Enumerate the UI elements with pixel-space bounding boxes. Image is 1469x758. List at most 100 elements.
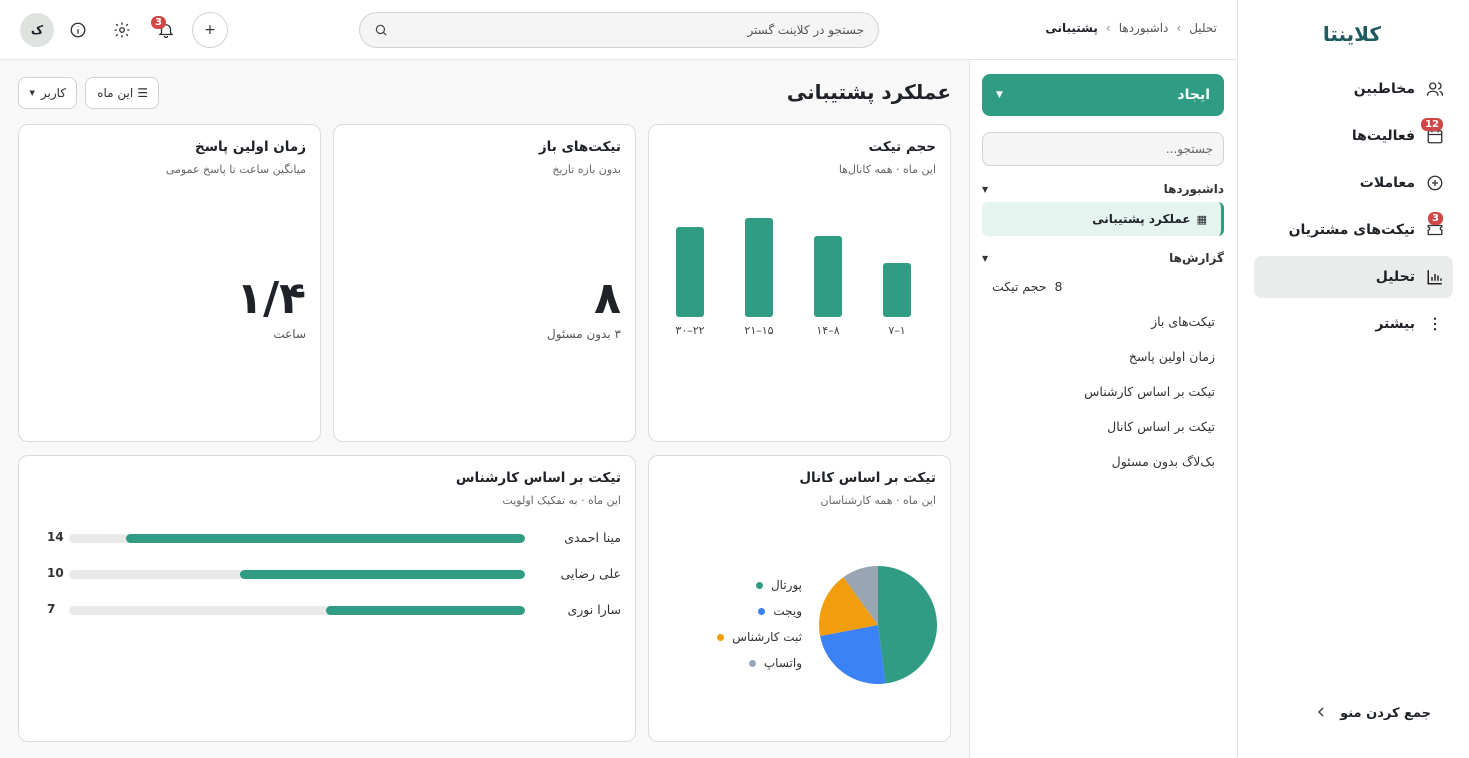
app-sidebar: کلاینتا مخاطبین 12 فعالیت‌ها معاملات 3 ت… (1237, 0, 1469, 758)
legend-dot (758, 607, 766, 615)
report-item[interactable]: تیکت بر اساس کانال (1107, 419, 1215, 434)
report-label: حجم تیکت (992, 279, 1047, 294)
create-button[interactable]: ایجاد ▼ (982, 74, 1224, 116)
breadcrumb-dashboards[interactable]: داشبوردها (1119, 21, 1169, 35)
bar[interactable] (814, 236, 842, 317)
report-item[interactable]: تیکت‌های باز (1151, 314, 1215, 329)
brand-logo[interactable]: کلاینتا (1323, 22, 1381, 46)
agent-name: علی رضایی (560, 566, 621, 581)
ticket-icon: 3 (1425, 212, 1445, 240)
tickets-badge: 3 (1428, 212, 1443, 225)
nav-item-tickets[interactable]: 3 تیکت‌های مشتریان (1254, 209, 1453, 251)
card-title: زمان اولین پاسخ (194, 139, 306, 155)
period-filter-button[interactable]: ☰ این ماه (85, 77, 159, 109)
report-item[interactable]: 8 حجم تیکت (992, 279, 1062, 294)
report-item[interactable]: زمان اولین پاسخ (1129, 349, 1215, 364)
more-vertical-icon (1425, 314, 1445, 334)
agent-bar-track (69, 534, 525, 543)
agent-bar-track (69, 606, 525, 615)
card-title: تیکت بر اساس کانال (799, 470, 936, 486)
avatar[interactable]: ک (20, 13, 54, 47)
nav-item-deals[interactable]: معاملات (1254, 162, 1453, 204)
bar[interactable] (676, 227, 704, 317)
card-subtitle: بدون بازه تاریخ (552, 163, 621, 176)
notifications-badge: 3 (151, 16, 166, 29)
user-filter-dropdown[interactable]: کاربر ▼ (18, 77, 77, 109)
create-label: ایجاد (1177, 87, 1210, 103)
dashboard-item-support[interactable]: ▦ عملکرد پشتیبانی (982, 202, 1224, 236)
open-tickets-value: ۸ (594, 273, 621, 324)
legend-item: واتساپ (748, 656, 802, 670)
legend-label: ثبت کارشناس (732, 630, 802, 644)
card-title: تیکت‌های باز (538, 139, 621, 155)
collapse-menu-button[interactable]: جمع کردن منو (1316, 706, 1431, 721)
search-icon (374, 23, 388, 37)
reports-group-toggle[interactable]: گزارش‌ها ▼ (982, 251, 1224, 265)
x-tick-label: ۲۲–۳۰ (675, 324, 704, 337)
legend-dot (748, 659, 756, 667)
card-title: حجم تیکت (868, 139, 936, 155)
avatar-letter: ک (30, 23, 44, 37)
legend-label: پورتال (770, 578, 802, 592)
channel-card: تیکت بر اساس کانال این ماه · همه کارشناس… (648, 455, 951, 742)
plus-circle-icon (1425, 173, 1445, 193)
agent-bar[interactable] (126, 534, 525, 543)
channel-pie-chart (819, 566, 937, 684)
pie-slice[interactable] (878, 566, 937, 684)
agent-value: 7 (47, 602, 56, 616)
nav-item-contacts[interactable]: مخاطبین (1254, 68, 1453, 110)
nav-item-analytics[interactable]: تحلیل (1254, 256, 1453, 298)
global-search-input[interactable]: جستجو در کلاینت گستر (359, 12, 879, 48)
agent-bar[interactable] (240, 570, 525, 579)
breadcrumb-separator: › (1176, 21, 1182, 35)
top-bar: تحلیل › داشبوردها › پشتیبانی جستجو در کل… (0, 0, 1237, 60)
report-item[interactable]: تیکت بر اساس کارشناس (1084, 384, 1215, 399)
panel-search-input[interactable]: جستجو... (982, 132, 1224, 166)
ticket-volume-card: حجم تیکت این ماه · همه کانال‌ها ۱–۷ ۸–۱۴ ۱… (648, 124, 951, 442)
help-button[interactable] (60, 12, 96, 48)
nav-item-label: بیشتر (1375, 316, 1415, 332)
bar[interactable] (745, 218, 773, 317)
bar[interactable] (883, 263, 911, 317)
x-tick-label: ۱–۷ (888, 324, 905, 337)
card-subtitle: این ماه · به تفکیک اولویت (502, 494, 621, 507)
dashboards-group-toggle[interactable]: داشبوردها ▼ (982, 182, 1224, 196)
nav-item-label: تیکت‌های مشتریان (1288, 222, 1415, 238)
caret-down-icon: ▼ (996, 90, 1003, 100)
nav-item-label: مخاطبین (1353, 81, 1415, 97)
nav-item-label: معاملات (1359, 175, 1415, 191)
search-placeholder: جستجو در کلاینت گستر (747, 23, 864, 37)
nav-item-activities[interactable]: 12 فعالیت‌ها (1254, 115, 1453, 157)
grid-icon: ▦ (1196, 212, 1207, 226)
info-icon (69, 21, 87, 39)
collapse-label: جمع کردن منو (1340, 706, 1431, 721)
dashboards-heading: داشبوردها (1163, 182, 1224, 196)
notifications-button[interactable]: 3 (148, 12, 184, 48)
agent-bar-track (69, 570, 525, 579)
page-title: عملکرد پشتیبانی (786, 80, 951, 104)
card-title: تیکت بر اساس کارشناس (455, 470, 621, 486)
report-item[interactable]: بک‌لاگ بدون مسئول (1112, 454, 1215, 469)
add-button[interactable]: + (192, 12, 228, 48)
open-tickets-card: تیکت‌های باز بدون بازه تاریخ ۸ ۳ بدون مس… (333, 124, 636, 442)
reports-heading: گزارش‌ها (1169, 251, 1224, 265)
agent-row: سارا نوری 7 (19, 600, 635, 620)
agent-row: مینا احمدی 14 (19, 528, 635, 548)
settings-button[interactable] (104, 12, 140, 48)
nav-item-more[interactable]: بیشتر (1254, 303, 1453, 345)
breadcrumb-analytics[interactable]: تحلیل (1189, 21, 1217, 35)
list-icon: ☰ (137, 86, 148, 100)
gear-icon (113, 21, 131, 39)
x-tick-label: ۱۵–۲۱ (744, 324, 773, 337)
unassigned-note: ۳ بدون مسئول (547, 327, 621, 341)
agent-value: 10 (47, 566, 64, 580)
legend-dot (717, 633, 725, 641)
breadcrumb-current: پشتیبانی (1045, 21, 1098, 35)
card-subtitle: این ماه · همه کانال‌ها (838, 163, 936, 176)
agent-bar[interactable] (325, 606, 525, 615)
agent-row: علی رضایی 10 (19, 564, 635, 584)
breadcrumb-separator: › (1105, 21, 1111, 35)
legend-dot (755, 581, 763, 589)
nav-item-label: فعالیت‌ها (1351, 128, 1415, 144)
panel-search-placeholder: جستجو... (1165, 142, 1213, 156)
